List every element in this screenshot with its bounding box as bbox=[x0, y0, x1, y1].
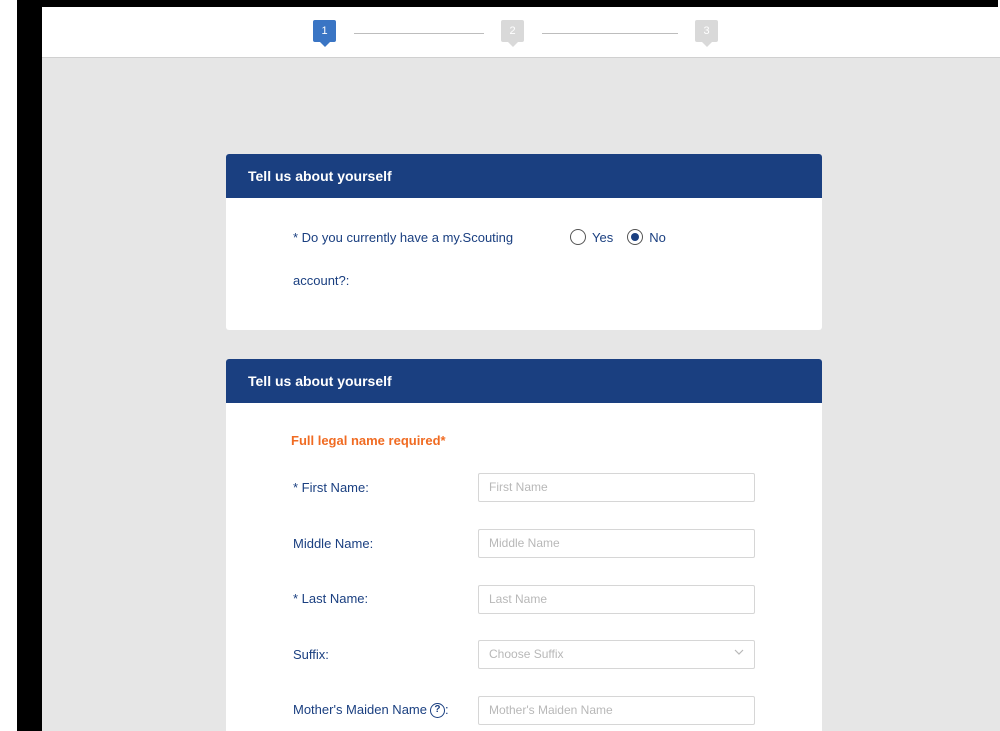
maiden-name-label-text: Mother's Maiden Name bbox=[293, 702, 427, 717]
step-1: 1 bbox=[313, 20, 336, 47]
last-name-input[interactable]: Last Name bbox=[478, 585, 755, 614]
account-radio-group: Yes No bbox=[570, 229, 680, 245]
middle-name-input[interactable]: Middle Name bbox=[478, 529, 755, 558]
chevron-down-icon bbox=[734, 649, 744, 655]
name-details-card: Tell us about yourself Full legal name r… bbox=[226, 359, 822, 731]
radio-option-yes[interactable]: Yes bbox=[570, 229, 613, 245]
radio-option-no[interactable]: No bbox=[627, 229, 666, 245]
legal-name-notice: Full legal name required* bbox=[291, 433, 446, 448]
radio-yes-label: Yes bbox=[592, 229, 614, 245]
suffix-label: Suffix: bbox=[293, 647, 329, 662]
account-question-label-cont: account?: bbox=[293, 273, 350, 288]
help-icon[interactable]: ? bbox=[429, 703, 445, 719]
step-2: 2 bbox=[501, 20, 524, 47]
last-name-label: * Last Name: bbox=[293, 591, 369, 606]
step-connector-2 bbox=[542, 33, 678, 34]
progress-stepper: 1 2 3 bbox=[42, 7, 1000, 58]
step-3: 3 bbox=[695, 20, 718, 47]
first-name-label: * First Name: bbox=[293, 480, 369, 495]
page-screen: 1 2 3 Tell us about yourself * Do you cu… bbox=[42, 7, 1000, 731]
maiden-name-label: Mother's Maiden Name?: bbox=[293, 702, 449, 719]
card-header: Tell us about yourself bbox=[226, 154, 822, 198]
account-question-label: * Do you currently have a my.Scouting bbox=[293, 230, 514, 245]
suffix-select-value: Choose Suffix bbox=[489, 647, 564, 661]
maiden-name-input[interactable]: Mother's Maiden Name bbox=[478, 696, 755, 725]
first-name-input[interactable]: First Name bbox=[478, 473, 755, 502]
radio-no[interactable] bbox=[627, 229, 644, 245]
account-question-card: Tell us about yourself * Do you currentl… bbox=[226, 154, 822, 330]
maiden-name-label-colon: : bbox=[444, 702, 449, 717]
step-connector-1 bbox=[354, 33, 484, 34]
device-frame: 1 2 3 Tell us about yourself * Do you cu… bbox=[17, 0, 1000, 731]
radio-yes[interactable] bbox=[570, 229, 586, 245]
middle-name-label: Middle Name: bbox=[293, 536, 374, 551]
card-header: Tell us about yourself bbox=[226, 359, 822, 403]
radio-no-label: No bbox=[649, 229, 666, 245]
suffix-select[interactable]: Choose Suffix bbox=[478, 640, 755, 669]
